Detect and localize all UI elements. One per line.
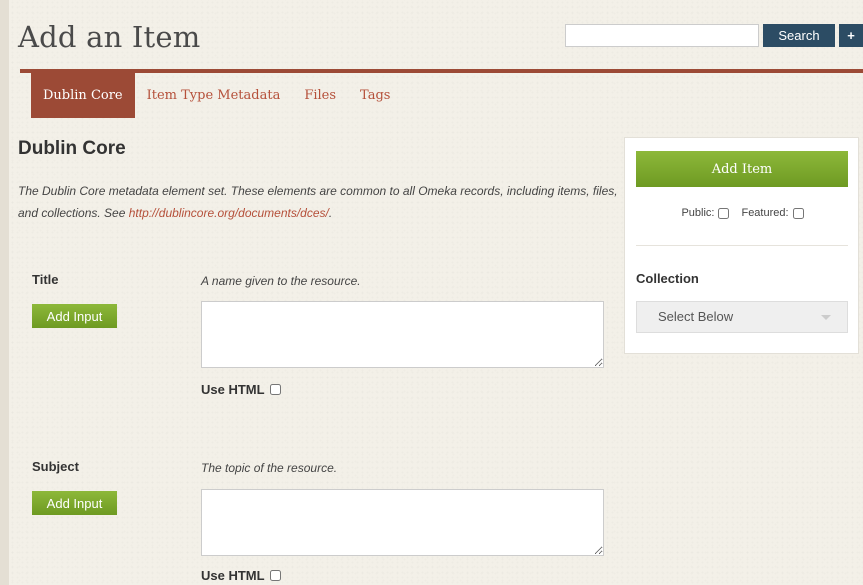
collection-select[interactable]: Select Below xyxy=(636,301,848,333)
public-checkbox[interactable] xyxy=(718,207,730,219)
title-use-html-checkbox[interactable] xyxy=(269,384,281,395)
chevron-down-icon xyxy=(821,315,831,320)
title-field-label: Title xyxy=(32,272,59,287)
dcmi-link[interactable]: http://dublincore.org/documents/dces/ xyxy=(129,206,329,220)
add-item-button[interactable]: Add Item xyxy=(636,151,848,187)
section-title: Dublin Core xyxy=(18,138,126,159)
panel-divider xyxy=(636,245,848,246)
subject-field-description: The topic of the resource. xyxy=(201,461,338,475)
section-description: The Dublin Core metadata element set. Th… xyxy=(18,180,618,224)
visibility-options: Public: Featured: xyxy=(625,207,860,219)
subject-add-input-button[interactable]: Add Input xyxy=(32,491,117,515)
tab-bar: Dublin Core Item Type Metadata Files Tag… xyxy=(31,73,402,118)
save-panel: Add Item Public: Featured: Collection Se… xyxy=(624,137,859,354)
collection-selected-value: Select Below xyxy=(658,309,734,324)
title-use-html-label: Use HTML xyxy=(201,382,265,397)
tab-dublin-core[interactable]: Dublin Core xyxy=(31,73,135,118)
tab-tags[interactable]: Tags xyxy=(348,73,402,118)
advanced-search-button[interactable]: + xyxy=(839,24,863,47)
title-add-input-button[interactable]: Add Input xyxy=(32,304,117,328)
collection-label: Collection xyxy=(636,271,699,286)
tab-item-type-metadata[interactable]: Item Type Metadata xyxy=(135,73,293,118)
subject-use-html-checkbox[interactable] xyxy=(269,570,281,581)
subject-use-html[interactable]: Use HTML xyxy=(201,568,281,583)
left-edge-strip xyxy=(0,0,9,585)
description-end: . xyxy=(328,206,333,220)
featured-label: Featured: xyxy=(741,207,789,219)
tab-files[interactable]: Files xyxy=(292,73,348,118)
title-use-html[interactable]: Use HTML xyxy=(201,382,281,397)
search-button[interactable]: Search xyxy=(763,24,835,47)
subject-field-label: Subject xyxy=(32,459,79,474)
search-input[interactable] xyxy=(565,24,759,47)
featured-checkbox[interactable] xyxy=(792,207,804,219)
title-field-description: A name given to the resource. xyxy=(201,274,361,288)
page-title: Add an Item xyxy=(18,20,201,54)
public-label: Public: xyxy=(681,207,715,219)
subject-textarea[interactable] xyxy=(201,489,604,556)
title-textarea[interactable] xyxy=(201,301,604,368)
subject-use-html-label: Use HTML xyxy=(201,568,265,583)
